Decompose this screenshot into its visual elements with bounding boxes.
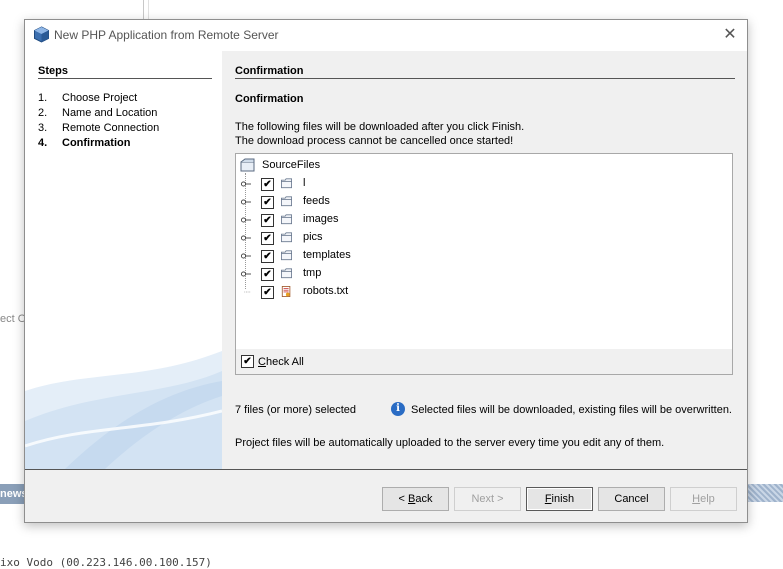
warning-text: The download process cannot be cancelled… [235,135,514,147]
step-item-current: 4. Confirmation [38,136,159,151]
tree-item[interactable]: ✔ robots.txt [236,283,536,301]
step-label: Name and Location [62,107,158,119]
tree-item-label: robots.txt [303,285,349,297]
folder-icon [281,178,292,189]
background-code-text: ixo Vodo (00.223.146.00.100.157) [0,556,212,569]
divider [38,78,212,79]
tree-item-label: feeds [303,195,330,207]
item-checkbox[interactable]: ✔ [261,232,274,245]
expand-toggle-icon[interactable] [241,180,251,188]
step-number: 1. [38,92,48,104]
tree-item[interactable]: ✔ l [236,175,536,193]
next-button[interactable]: Next > [454,487,521,511]
tree-item-label: templates [303,249,351,261]
item-checkbox[interactable]: ✔ [261,250,274,263]
dialog-title: New PHP Application from Remote Server [54,28,279,42]
step-number: 4. [38,137,48,149]
divider [25,469,747,470]
title-bar[interactable]: New PHP Application from Remote Server ✕ [25,20,747,51]
tree-item-label: l [303,177,306,189]
back-button[interactable]: < Back [382,487,449,511]
folder-icon [281,250,292,261]
check-all-checkbox[interactable]: ✔ [241,355,254,368]
steps-list: 1. Choose Project 2. Name and Location 3. R… [38,91,159,151]
tree-item-label: tmp [303,267,322,279]
step-item: 2. Name and Location [38,106,159,121]
step-label: Remote Connection [62,122,160,134]
tree-item-label: images [303,213,339,225]
file-tree[interactable]: SourceFiles ✔ l ✔ feeds ✔ images ✔ pics ✔ templat… [235,153,733,375]
step-item: 1. Choose Project [38,91,159,106]
tree-item[interactable]: ✔ feeds [236,193,536,211]
content-panel: Confirmation Confirmation The following … [223,51,747,469]
close-button[interactable]: ✕ [719,25,741,45]
tree-item[interactable]: ✔ templates [236,247,536,265]
wizard-dialog: New PHP Application from Remote Server ✕… [24,19,748,523]
cancel-button[interactable]: Cancel [598,487,665,511]
tree-item[interactable]: ✔ images [236,211,536,229]
background-divider [143,0,144,20]
item-checkbox[interactable]: ✔ [261,178,274,191]
panel-subtitle: Confirmation [235,93,304,105]
tree-item-label: pics [303,231,323,243]
decorative-swoosh [25,351,222,469]
step-label: Choose Project [62,92,138,104]
tree-root-label: SourceFiles [262,159,321,171]
expand-toggle-icon[interactable] [241,216,251,224]
selection-count: 7 files (or more) selected [235,404,357,416]
panel-heading: Confirmation [235,65,304,77]
tree-connector-icon [244,291,251,293]
folder-icon [281,268,292,279]
background-divider [148,0,149,20]
step-number: 2. [38,107,48,119]
finish-button[interactable]: Finish [526,487,593,511]
tree-item[interactable]: ✔ tmp [236,265,536,283]
expand-toggle-icon[interactable] [241,270,251,278]
expand-toggle-icon[interactable] [241,234,251,242]
divider [235,78,735,79]
upload-note: Project files will be automatically uplo… [235,437,665,449]
text-file-icon [281,286,291,297]
background-strip [746,484,783,502]
steps-panel: Steps 1. Choose Project 2. Name and Locati… [25,51,222,469]
folder-icon [281,214,292,225]
check-all-label[interactable]: Check All [258,356,304,368]
item-checkbox[interactable]: ✔ [261,214,274,227]
item-checkbox[interactable]: ✔ [261,196,274,209]
description-text: The following files will be downloaded a… [235,121,525,133]
steps-title: Steps [38,65,68,77]
step-number: 3. [38,122,48,134]
help-button[interactable]: Help [670,487,737,511]
step-item: 3. Remote Connection [38,121,159,136]
expand-toggle-icon[interactable] [241,252,251,260]
info-message: Selected files will be downloaded, exist… [411,404,732,416]
background-text: ect O [0,313,27,325]
folder-icon [281,196,292,207]
item-checkbox[interactable]: ✔ [261,268,274,281]
item-checkbox[interactable]: ✔ [261,286,274,299]
project-root-icon [240,158,255,172]
check-all-bar: ✔ Check All [236,349,732,374]
folder-icon [281,232,292,243]
step-label: Confirmation [62,137,131,149]
info-icon: i [391,402,405,416]
tree-item[interactable]: ✔ pics [236,229,536,247]
expand-toggle-icon[interactable] [241,198,251,206]
netbeans-cube-icon [34,26,49,43]
